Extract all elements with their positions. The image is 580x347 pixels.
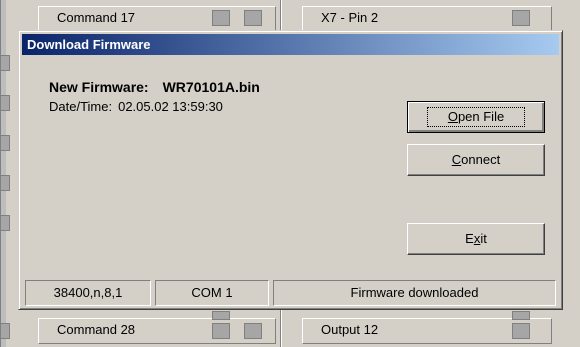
- bg-indicator: [0, 55, 10, 71]
- dialog-title: Download Firmware: [27, 37, 151, 52]
- open-file-button[interactable]: Open File: [407, 101, 545, 133]
- bg-indicator: [512, 10, 530, 26]
- open-file-hotkey: O: [447, 109, 458, 124]
- status-message: Firmware downloaded: [273, 280, 556, 306]
- bg-indicator: [0, 215, 10, 231]
- bg-indicator: [512, 311, 530, 320]
- exit-text-pre: E: [465, 231, 474, 246]
- bg-indicator: [0, 135, 10, 151]
- bg-indicator: [212, 323, 230, 339]
- bg-x7-pin2-label: X7 - Pin 2: [321, 10, 379, 25]
- open-file-label: Open File: [426, 107, 526, 127]
- dialog-title-bar[interactable]: Download Firmware: [22, 34, 559, 55]
- bg-indicator: [212, 10, 230, 26]
- bg-indicator: [0, 95, 10, 111]
- exit-label: Exit: [465, 224, 487, 254]
- bg-indicator: [244, 10, 262, 26]
- status-port: COM 1: [155, 280, 269, 306]
- status-port-settings: 38400,n,8,1: [25, 280, 151, 306]
- bg-indicator: [212, 311, 230, 320]
- new-firmware-label: New Firmware:: [49, 79, 149, 95]
- bg-indicator: [512, 323, 530, 339]
- bg-indicator: [244, 323, 262, 339]
- datetime-value: 02.05.02 13:59:30: [118, 99, 223, 114]
- bg-command-17-label: Command 17: [57, 10, 136, 25]
- bg-row-command-28: Command 28: [38, 318, 276, 344]
- datetime-line: Date/Time: 02.05.02 13:59:30: [49, 99, 223, 114]
- bg-indicator: [0, 323, 10, 339]
- connect-hotkey: C: [451, 152, 462, 167]
- open-file-text: pen File: [457, 109, 505, 124]
- status-bar: 38400,n,8,1 COM 1 Firmware downloaded: [25, 280, 558, 307]
- connect-button[interactable]: Connect: [407, 144, 545, 176]
- bg-row-command-17: Command 17: [38, 6, 276, 32]
- firmware-file-name: WR70101A.bin: [162, 79, 260, 95]
- bg-indicator: [0, 175, 10, 191]
- datetime-label: Date/Time:: [49, 99, 113, 114]
- exit-button[interactable]: Exit: [407, 223, 545, 255]
- bg-command-28-label: Command 28: [57, 322, 136, 337]
- new-firmware-line: New Firmware: WR70101A.bin: [49, 79, 260, 95]
- download-firmware-dialog: Download Firmware New Firmware: WR70101A.…: [18, 30, 563, 310]
- bg-output-12-label: Output 12: [321, 322, 379, 337]
- connect-text: onnect: [461, 152, 501, 167]
- exit-text: it: [480, 231, 487, 246]
- left-scroll-strip: [0, 0, 6, 347]
- connect-label: Connect: [452, 145, 500, 175]
